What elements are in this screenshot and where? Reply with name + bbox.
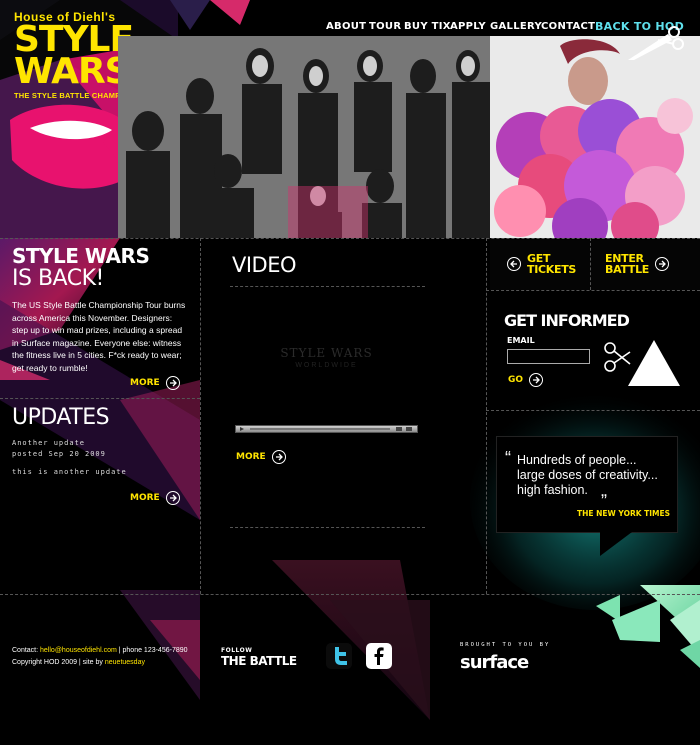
nav-about[interactable]: ABOUT xyxy=(326,21,366,32)
quote-open-mark: “ xyxy=(505,448,511,468)
contact-phone: | phone 123-456-7890 xyxy=(118,647,188,654)
sponsor-logo-surface[interactable]: surface xyxy=(460,652,529,673)
header: House of Diehl's STYLE WARS THE STYLE BA… xyxy=(0,0,700,238)
updates-title: UPDATES xyxy=(12,405,110,430)
updates-more-label: MORE xyxy=(130,493,160,503)
divider-footer xyxy=(0,594,700,595)
brought-to-you-by: BROUGHT TO YOU BY xyxy=(460,642,551,648)
update-item-date: posted Sep 20 2009 xyxy=(12,450,106,458)
video-control-bar[interactable] xyxy=(235,425,418,433)
update-item-title-2[interactable]: this is another update xyxy=(12,468,192,476)
footer-contact: Contact: hello@houseofdiehl.com | phone … xyxy=(12,645,188,657)
copyright-text: Copyright HOD 2009 | site by xyxy=(12,659,103,666)
divider-informed xyxy=(486,410,700,411)
nav-apply[interactable]: APPLY xyxy=(450,21,486,32)
intro-body: The US Style Battle Championship Tour bu… xyxy=(12,300,186,373)
quote-close-mark: „ xyxy=(601,480,607,500)
facebook-icon[interactable] xyxy=(366,643,392,669)
arrow-right-icon xyxy=(165,376,180,390)
email-go-button[interactable]: GO xyxy=(508,373,544,387)
divider-video-title xyxy=(230,286,425,287)
intro-more-label: MORE xyxy=(130,378,160,388)
follow-block: FOLLOW THE BATTLE xyxy=(221,647,297,668)
enter-battle-label: ENTER BATTLE xyxy=(605,253,649,275)
quote-line3: high fashion. xyxy=(517,483,588,497)
video-more-label: MORE xyxy=(236,452,266,462)
intro-more-button[interactable]: MORE xyxy=(130,376,180,390)
arrow-right-icon xyxy=(655,257,670,271)
site-by-link[interactable]: neuetuesday xyxy=(105,659,145,666)
follow-title: THE BATTLE xyxy=(221,654,297,668)
divider-cta xyxy=(590,238,591,290)
enter-battle-line2: BATTLE xyxy=(605,263,650,276)
intro-section: STYLE WARS IS BACK! The US Style Battle … xyxy=(12,238,192,374)
quote-line2: large doses of creativity... xyxy=(517,468,658,482)
get-tickets-label: GET TICKETS xyxy=(527,253,576,275)
quote-tail xyxy=(600,532,632,556)
main-nav: ABOUT TOUR BUY TIX APPLY GALLERY CONTACT… xyxy=(0,0,700,60)
divider-intro xyxy=(0,398,200,399)
video-more-button[interactable]: MORE xyxy=(236,450,286,464)
nav-tour[interactable]: TOUR xyxy=(369,21,401,32)
enter-battle-button[interactable]: ENTER BATTLE xyxy=(605,253,670,275)
nav-gallery[interactable]: GALLERY xyxy=(490,21,542,32)
divider-video-bottom xyxy=(230,527,425,528)
email-input[interactable] xyxy=(507,349,590,364)
video-watermark: STYLE WARS xyxy=(280,346,373,360)
video-player[interactable]: STYLE WARS WORLDWIDE xyxy=(235,292,418,424)
divider-col2 xyxy=(486,238,487,594)
intro-title-line1: STYLE WARS xyxy=(12,244,150,268)
hero-photo-crowd xyxy=(118,36,490,238)
arrow-right-icon xyxy=(529,373,544,387)
play-icon xyxy=(240,427,244,431)
press-quote: “ Hundreds of people... large doses of c… xyxy=(496,436,678,533)
follow-label: FOLLOW xyxy=(221,647,253,654)
get-tickets-button[interactable]: GET TICKETS xyxy=(507,253,576,275)
nav-contact[interactable]: CONTACT xyxy=(541,21,595,32)
get-informed-title: GET INFORMED xyxy=(504,311,630,330)
video-title: VIDEO xyxy=(232,253,297,277)
update-item-title[interactable]: Another update xyxy=(12,439,192,447)
contact-email-link[interactable]: hello@houseofdiehl.com xyxy=(40,647,117,654)
footer-copyright: Copyright HOD 2009 | site by neuetuesday xyxy=(12,657,145,669)
email-label: EMAIL xyxy=(507,336,535,345)
intro-title-line2: IS BACK! xyxy=(12,266,104,291)
video-watermark-sub: WORLDWIDE xyxy=(295,362,358,369)
divider-cta-bottom xyxy=(486,290,700,291)
updates-more-button[interactable]: MORE xyxy=(130,491,180,505)
updates-section: UPDATES Another update posted Sep 20 200… xyxy=(12,405,192,476)
twitter-icon[interactable] xyxy=(326,643,352,669)
arrow-right-icon xyxy=(271,450,286,464)
hero-photo-fashion xyxy=(490,36,700,238)
arrow-left-icon xyxy=(507,257,521,271)
contact-label: Contact: xyxy=(12,647,39,654)
divider-col1 xyxy=(200,238,201,594)
quote-line1: Hundreds of people... xyxy=(517,453,637,467)
get-tickets-line2: TICKETS xyxy=(527,263,577,276)
nav-buy-tix[interactable]: BUY TIX xyxy=(404,21,451,32)
quote-source: THE NEW YORK TIMES xyxy=(577,509,671,518)
scissors-icon xyxy=(628,26,684,60)
scissors-triangle-icon xyxy=(604,340,680,386)
go-label: GO xyxy=(508,375,524,385)
arrow-right-icon xyxy=(165,491,180,505)
